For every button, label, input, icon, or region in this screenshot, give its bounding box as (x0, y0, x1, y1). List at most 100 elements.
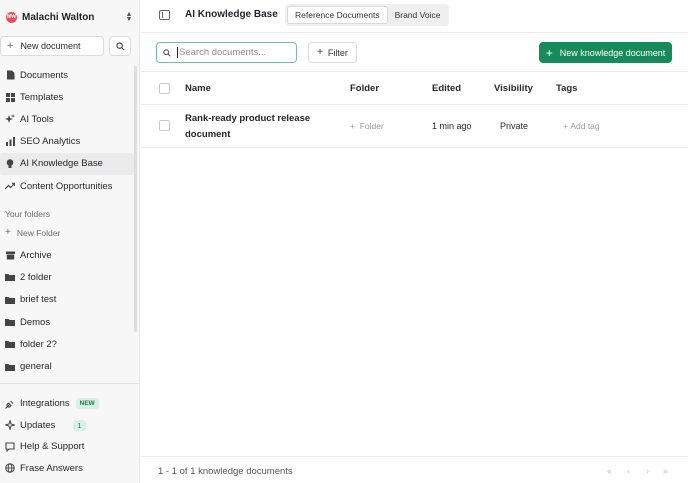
sidebar-item-ai-tools[interactable]: AI Tools (0, 108, 134, 130)
tab-brand-voice[interactable]: Brand Voice (388, 6, 448, 24)
plus-icon: + (350, 121, 360, 131)
sidebar-item-label: Help & Support (20, 441, 85, 453)
plug-icon (5, 399, 15, 409)
search-icon (115, 41, 124, 50)
folders-heading: Your folders (5, 209, 51, 219)
sidebar-item-label: Integrations (20, 398, 70, 410)
column-header-tags[interactable]: Tags (556, 83, 577, 94)
new-knowledge-document-button[interactable]: + New knowledge document (539, 42, 672, 63)
sidebar-item-seo-analytics[interactable]: SEO Analytics (0, 131, 134, 153)
new-folder-label: New Folder (16, 227, 61, 238)
sidebar-item-label: SEO Analytics (20, 136, 81, 148)
column-header-edited[interactable]: Edited (432, 83, 461, 94)
folder-item-brief-test[interactable]: brief test (0, 289, 134, 311)
sidebar-bottom: Integrations NEW Updates 1 Help & Suppor… (0, 393, 140, 479)
column-header-folder[interactable]: Folder (350, 83, 379, 94)
plus-icon: + (317, 47, 323, 58)
folder-item-2-folder[interactable]: 2 folder (0, 266, 134, 288)
row-checkbox[interactable] (159, 120, 170, 131)
folder-icon (5, 362, 15, 372)
lightbulb-icon (5, 159, 15, 169)
sidebar-item-label: Templates (20, 91, 64, 103)
account-switcher[interactable]: MW Malachi Walton ▲ ▼ (0, 0, 140, 34)
sparkle-icon (5, 420, 15, 431)
column-header-visibility[interactable]: Visibility (494, 83, 533, 94)
new-folder-button[interactable]: + New Folder (5, 227, 60, 238)
folder-icon (5, 295, 15, 305)
document-icon (5, 70, 15, 80)
add-tag-label: Add tag (570, 121, 600, 131)
first-page-button[interactable]: « (607, 466, 612, 476)
sidebar-item-label: AI Knowledge Base (20, 158, 103, 170)
archive-icon (5, 250, 15, 260)
folder-item-general[interactable]: general (0, 355, 134, 377)
sidebar-item-label: AI Tools (20, 113, 54, 125)
add-tag-button[interactable]: + Add tag (563, 121, 600, 131)
folder-label: Archive (20, 249, 52, 261)
last-page-button[interactable]: » (663, 466, 668, 476)
filter-button[interactable]: + Filter (308, 42, 357, 63)
folder-picker[interactable]: + Folder (350, 121, 384, 131)
folder-item-archive[interactable]: Archive (0, 244, 134, 266)
select-all-checkbox[interactable] (159, 83, 170, 94)
avatar: MW (6, 11, 17, 23)
next-page-button[interactable]: › (646, 466, 649, 476)
sidebar-item-documents[interactable]: Documents (0, 64, 134, 86)
user-name: Malachi Walton (22, 11, 95, 23)
filter-label: Filter (327, 47, 348, 58)
folder-label: 2 folder (20, 271, 52, 283)
folder-item-demos[interactable]: Demos (0, 311, 134, 333)
sidebar-item-label: Updates (20, 419, 56, 431)
folder-label: Demos (20, 316, 51, 328)
trending-up-icon (5, 181, 15, 191)
document-name-link[interactable]: Rank-ready product release document (185, 111, 325, 143)
globe-icon (5, 463, 15, 473)
table-header: Name Folder Edited Visibility Tags (141, 73, 688, 105)
folder-icon (5, 272, 15, 282)
sidebar-search-button[interactable] (109, 36, 131, 56)
page-header: AI Knowledge Base Reference Documents Br… (141, 0, 688, 33)
chat-icon (5, 442, 15, 452)
sidebar: MW Malachi Walton ▲ ▼ + New document Docu… (0, 0, 140, 483)
new-document-button[interactable]: + New document (0, 36, 104, 56)
folder-label: general (20, 361, 52, 373)
sidebar-item-templates[interactable]: Templates (0, 86, 134, 108)
prev-page-button[interactable]: ‹ (627, 466, 630, 476)
tab-bar: Reference Documents Brand Voice (285, 4, 450, 26)
sidebar-toggle-icon[interactable] (159, 10, 170, 20)
updates-count-badge: 1 (73, 419, 86, 431)
sidebar-scrollbar[interactable] (134, 66, 137, 332)
visibility-value: Private (500, 121, 529, 131)
search-input[interactable]: Search documents... (156, 42, 297, 63)
sidebar-item-frase-answers[interactable]: Frase Answers (0, 458, 140, 480)
sidebar-item-help-support[interactable]: Help & Support (0, 436, 140, 458)
plus-icon: + (7, 40, 14, 52)
sidebar-item-updates[interactable]: Updates 1 (0, 415, 140, 437)
sidebar-item-content-opportunities[interactable]: Content Opportunities (0, 175, 134, 197)
new-document-label: New document (20, 41, 81, 51)
folder-label: brief test (20, 294, 57, 306)
tab-reference-documents[interactable]: Reference Documents (287, 6, 388, 24)
sparkle-icon (5, 114, 15, 124)
sidebar-item-label: Content Opportunities (20, 180, 113, 192)
text-cursor (177, 47, 178, 58)
bar-chart-icon (5, 137, 15, 147)
new-knowledge-document-label: New knowledge document (559, 47, 666, 58)
table-row[interactable]: Rank-ready product release document + Fo… (141, 105, 688, 148)
table-footer: 1 - 1 of 1 knowledge documents « ‹ › » (141, 456, 688, 483)
sidebar-item-ai-knowledge-base[interactable]: AI Knowledge Base (0, 152, 134, 175)
pagination-summary: 1 - 1 of 1 knowledge documents (158, 466, 293, 477)
edited-time: 1 min ago (432, 121, 472, 131)
grid-icon (5, 92, 15, 102)
chevron-up-down-icon: ▲ ▼ (125, 11, 133, 23)
plus-icon: + (545, 45, 553, 60)
page-title: AI Knowledge Base (185, 9, 278, 20)
sidebar-item-integrations[interactable]: Integrations NEW (0, 393, 140, 415)
folder-item-folder-2[interactable]: folder 2? (0, 333, 134, 355)
sidebar-divider (0, 383, 140, 384)
new-badge: NEW (75, 398, 99, 410)
folder-picker-label: Folder (359, 121, 384, 131)
folder-icon (5, 339, 15, 349)
column-header-name[interactable]: Name (185, 83, 211, 94)
sidebar-item-label: Documents (20, 69, 69, 81)
